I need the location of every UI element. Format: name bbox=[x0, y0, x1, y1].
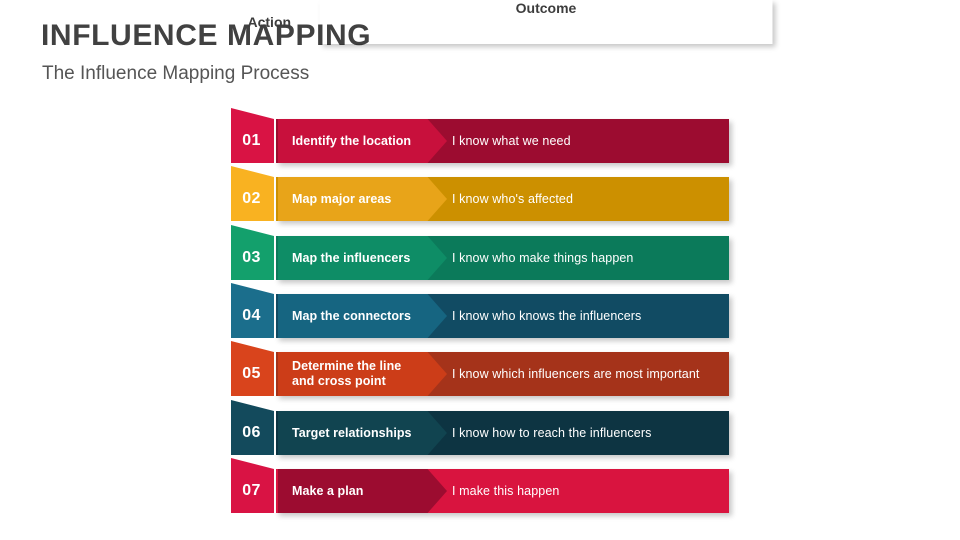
step-outcome-text: I know who knows the influencers bbox=[452, 309, 642, 323]
step-outcome-text: I know how to reach the influencers bbox=[452, 426, 652, 440]
step-action-text-line-2: and cross point bbox=[292, 374, 386, 388]
step-outcome-text: I know which influencers are most import… bbox=[452, 367, 700, 381]
step-action-chevron: Target relationships bbox=[278, 411, 447, 455]
step-number-badge: 07 bbox=[231, 458, 274, 513]
step-action-chevron: Map the connectors bbox=[278, 294, 447, 338]
step-number-badge: 05 bbox=[231, 341, 274, 396]
step-outcome-text: I know who's affected bbox=[452, 192, 573, 206]
step-action-text: Map the connectors bbox=[292, 308, 411, 323]
step-action-text: Map major areas bbox=[292, 191, 392, 206]
step-action-text: Make a plan bbox=[292, 483, 364, 498]
step-action-text: Target relationships bbox=[292, 425, 412, 440]
step-number-text: 06 bbox=[242, 424, 261, 441]
step-number-text: 02 bbox=[242, 190, 261, 207]
step-number-text: 03 bbox=[242, 249, 261, 266]
step-action-text-line-1: Determine the line bbox=[292, 359, 402, 373]
slide-canvas: INFLUENCE MAPPING The Influence Mapping … bbox=[0, 0, 960, 540]
step-action-chevron: Make a plan bbox=[278, 469, 447, 513]
step-number-badge: 02 bbox=[231, 166, 274, 221]
step-outcome-text: I make this happen bbox=[452, 484, 560, 498]
step-action-text: Identify the location bbox=[292, 133, 412, 148]
step-number-text: 05 bbox=[242, 365, 261, 382]
step-number-text: 07 bbox=[242, 482, 261, 499]
step-action-chevron: Map the influencers bbox=[278, 236, 447, 280]
step-action-text: Determine the line and cross point bbox=[278, 359, 421, 389]
step-action-chevron: Identify the location bbox=[278, 119, 447, 163]
step-outcome-text: I know what we need bbox=[452, 134, 571, 148]
step-action-chevron: Determine the line and cross point bbox=[278, 352, 447, 396]
process-step-list: I know what we need Identify the location… bbox=[0, 0, 960, 540]
step-number-badge: 04 bbox=[231, 283, 274, 338]
step-number-badge: 06 bbox=[231, 400, 274, 455]
step-action-chevron: Map major areas bbox=[278, 177, 447, 221]
step-action-text: Map the influencers bbox=[292, 250, 411, 265]
step-number-text: 04 bbox=[242, 307, 261, 324]
step-outcome-text: I know who make things happen bbox=[452, 251, 634, 265]
step-number-text: 01 bbox=[242, 132, 261, 149]
step-number-badge: 03 bbox=[231, 225, 274, 280]
column-header-action: Action bbox=[247, 14, 292, 30]
step-number-badge: 01 bbox=[231, 108, 274, 163]
